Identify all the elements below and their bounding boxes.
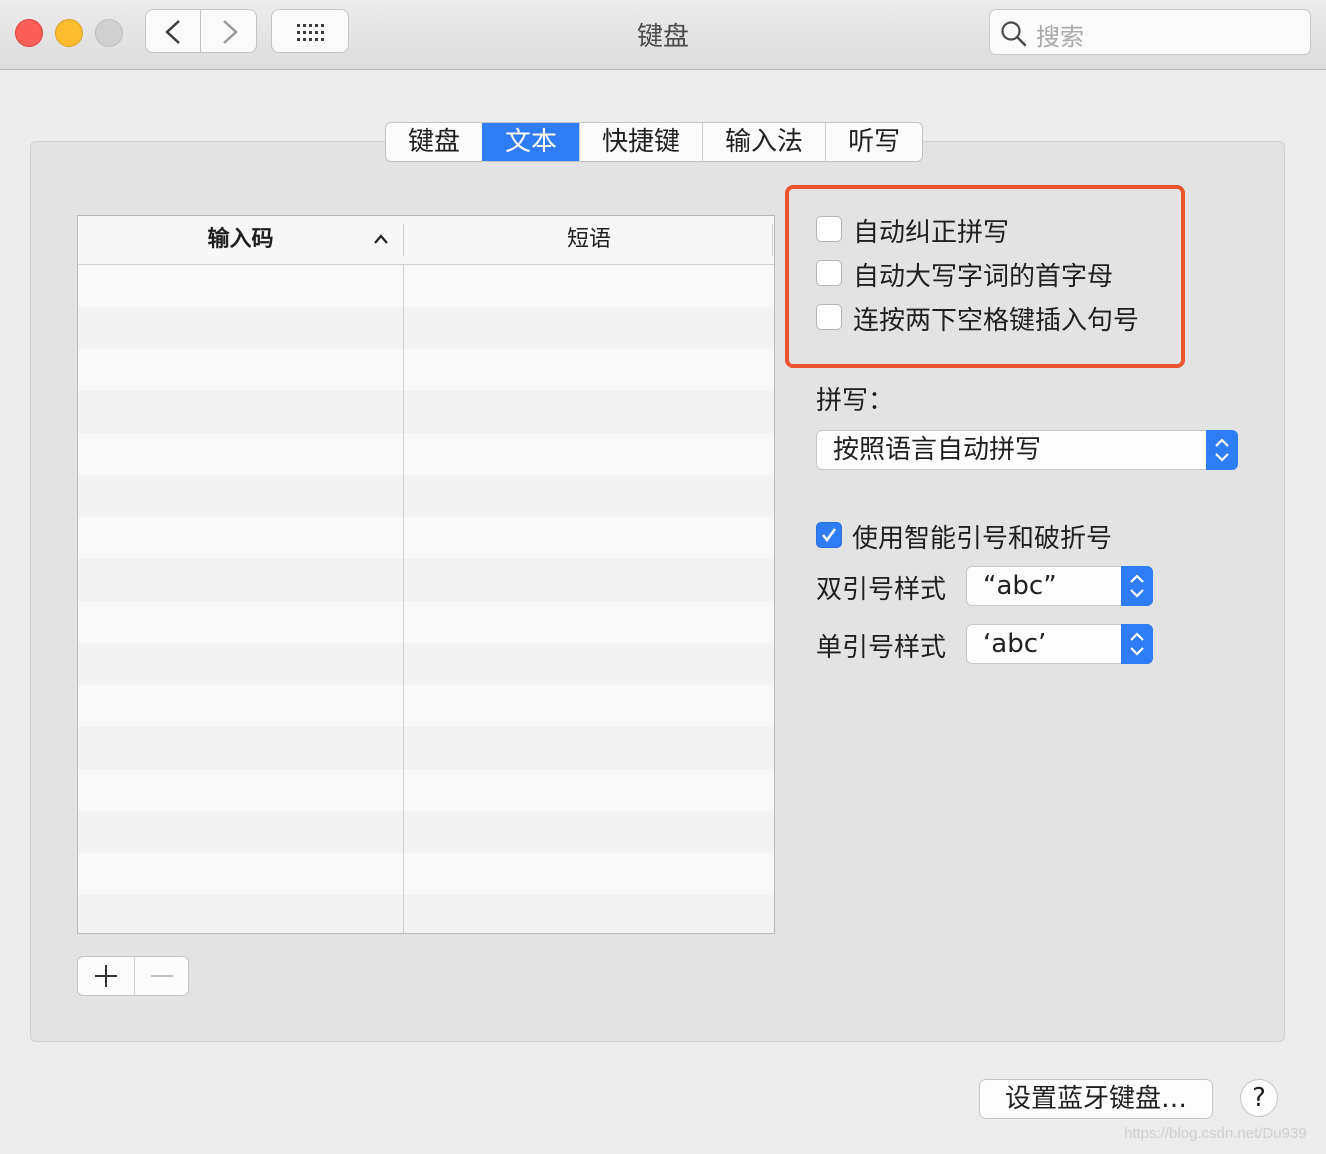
table-row xyxy=(78,685,774,727)
table-row xyxy=(78,769,774,811)
table-row xyxy=(78,811,774,853)
sort-ascending-icon xyxy=(374,234,388,244)
tab-input-sources[interactable]: 输入法 xyxy=(702,123,825,161)
table-row xyxy=(78,475,774,517)
setup-bluetooth-keyboard-button[interactable]: 设置蓝牙键盘… xyxy=(979,1079,1213,1119)
table-row xyxy=(78,307,774,349)
plus-icon xyxy=(95,965,117,987)
add-remove-control xyxy=(77,956,189,996)
select-arrows-icon xyxy=(1206,430,1238,470)
table-row xyxy=(78,265,774,307)
table-row xyxy=(78,853,774,895)
table-row xyxy=(78,559,774,601)
auto-correct-label[interactable]: 自动纠正拼写 xyxy=(853,212,1009,249)
watermark: https://blog.csdn.net/Du939 xyxy=(1124,1125,1307,1142)
add-button[interactable] xyxy=(78,957,135,995)
double-quote-style-select[interactable]: “abc” xyxy=(966,566,1153,606)
double-quote-style-label: 双引号样式 xyxy=(816,575,947,605)
table-row xyxy=(78,895,774,933)
table-row xyxy=(78,601,774,643)
minus-icon xyxy=(151,975,173,977)
tab-bar: 键盘 文本 快捷键 输入法 听写 xyxy=(385,122,924,162)
single-quote-style-select[interactable]: ‘abc’ xyxy=(966,624,1153,664)
table-row xyxy=(78,643,774,685)
double-space-period-label[interactable]: 连按两下空格键插入句号 xyxy=(853,300,1139,337)
double-space-period-checkbox[interactable] xyxy=(816,304,842,330)
column-divider xyxy=(772,224,773,256)
select-arrows-icon xyxy=(1121,624,1153,664)
table-row xyxy=(78,433,774,475)
remove-button[interactable] xyxy=(135,957,189,995)
smart-quotes-label[interactable]: 使用智能引号和破折号 xyxy=(852,518,1112,555)
table-row xyxy=(78,391,774,433)
double-quote-style-value: “abc” xyxy=(983,571,1057,601)
column-header-phrase[interactable]: 短语 xyxy=(404,216,774,264)
tab-shortcuts[interactable]: 快捷键 xyxy=(579,123,702,161)
single-quote-style-label: 单引号样式 xyxy=(816,633,947,663)
auto-capitalize-label[interactable]: 自动大写字词的首字母 xyxy=(853,256,1113,293)
table-body xyxy=(78,265,774,933)
table-row xyxy=(78,349,774,391)
select-arrows-icon xyxy=(1121,566,1153,606)
table-header: 输入码 短语 xyxy=(78,216,774,265)
search-placeholder: 搜索 xyxy=(1036,23,1084,51)
smart-quotes-checkbox[interactable] xyxy=(816,522,842,548)
title-bar: 键盘 搜索 xyxy=(0,0,1326,70)
column-header-input[interactable]: 输入码 xyxy=(78,216,403,264)
auto-correct-checkbox[interactable] xyxy=(816,216,842,242)
column-divider xyxy=(403,264,404,933)
search-icon xyxy=(1001,21,1027,47)
single-quote-style-value: ‘abc’ xyxy=(983,629,1047,659)
table-row xyxy=(78,517,774,559)
search-field[interactable]: 搜索 xyxy=(989,9,1311,55)
spelling-select-value: 按照语言自动拼写 xyxy=(833,435,1042,465)
spelling-label: 拼写： xyxy=(816,386,895,416)
table-row xyxy=(78,727,774,769)
spelling-select[interactable]: 按照语言自动拼写 xyxy=(816,430,1238,470)
tab-text[interactable]: 文本 xyxy=(482,123,580,161)
text-replacement-table[interactable]: 输入码 短语 xyxy=(77,215,775,934)
tab-dictation[interactable]: 听写 xyxy=(825,123,922,161)
help-button[interactable]: ? xyxy=(1240,1079,1278,1117)
tab-keyboard[interactable]: 键盘 xyxy=(386,123,482,161)
checkmark-icon xyxy=(821,528,837,543)
auto-capitalize-checkbox[interactable] xyxy=(816,260,842,286)
